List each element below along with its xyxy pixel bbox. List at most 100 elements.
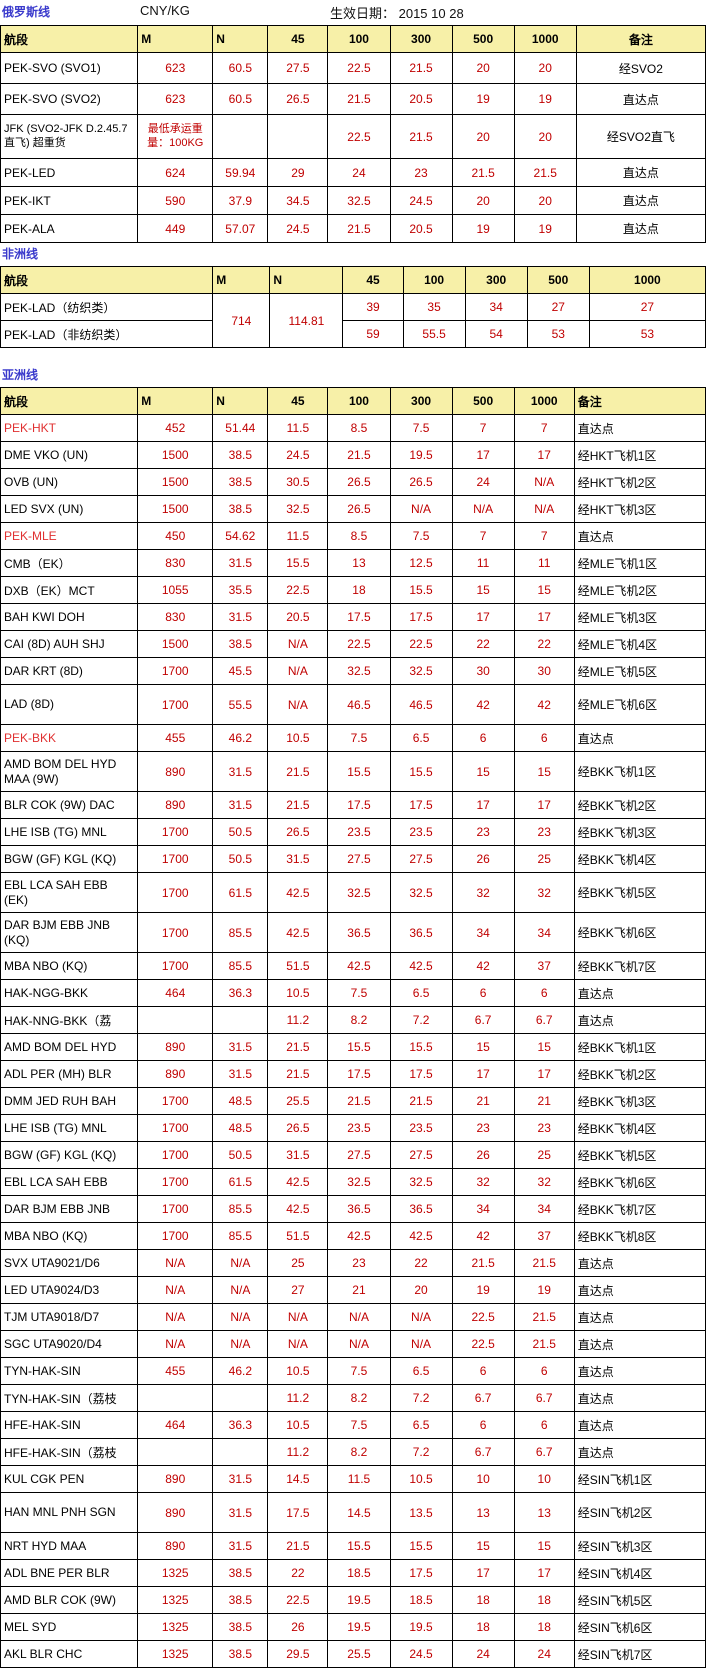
cell-1000: 15 <box>513 1033 575 1061</box>
cell-remark: 经SIN飞机7区 <box>573 1640 706 1668</box>
cell-segment: MBA NBO (KQ) <box>0 952 139 980</box>
cell-500: 34 <box>451 912 515 953</box>
table-row: TJM UTA9018/D7 N/A N/A N/A N/A N/A 22.5 21.5 直达点 <box>0 1303 706 1331</box>
cell-500: 22 <box>451 630 515 658</box>
cell-m: 452 <box>137 414 214 442</box>
cell-300: 19.5 <box>389 1613 453 1641</box>
cell-n: 31.5 <box>212 1060 269 1088</box>
cell-500: 19 <box>451 83 515 115</box>
cell-500: 6 <box>451 1357 515 1385</box>
cell-100: 23 <box>327 1249 391 1277</box>
cell-45: 21.5 <box>267 1033 329 1061</box>
cell-m: 890 <box>137 1532 214 1560</box>
cell-segment: PEK-IKT <box>0 186 139 215</box>
table-row: ADL BNE PER BLR 1325 38.5 22 18.5 17.5 17 17 经SI… <box>0 1559 706 1587</box>
cell-segment: PEK-SVO (SVO2) <box>0 83 139 115</box>
cell-segment: PEK-ALA <box>0 214 139 243</box>
cell-300: 21.5 <box>389 1087 453 1115</box>
cell-m: 830 <box>137 603 214 631</box>
table-row: PEK-SVO (SVO2) 623 60.5 26.5 21.5 20.5 1… <box>0 83 706 115</box>
cell-45: 11.2 <box>267 1006 329 1034</box>
cell-segment: HAN MNL PNH SGN <box>0 1492 139 1533</box>
cell-300: 32.5 <box>389 1168 453 1196</box>
cell-m: 最低承运重量：100KG <box>137 114 214 159</box>
cell-remark: 经HKT飞机1区 <box>573 441 706 469</box>
cell-remark: 经SIN飞机6区 <box>573 1613 706 1641</box>
cell-m: 1700 <box>137 1114 214 1142</box>
cell-100: 55.5 <box>402 320 466 348</box>
cell-100: N/A <box>327 1303 391 1331</box>
cell-300: 20.5 <box>389 214 453 243</box>
cell-segment: DXB（EK）MCT <box>0 576 139 604</box>
cell-300: 7.5 <box>389 414 453 442</box>
cell-1000: 25 <box>513 1141 575 1169</box>
cell-45: 10.5 <box>267 1357 329 1385</box>
cell-segment: BAH KWI DOH <box>0 603 139 631</box>
cell-1000: 32 <box>513 872 575 913</box>
col-header-500: 500 <box>451 25 515 53</box>
cell-500: 6 <box>451 724 515 752</box>
cell-remark: 直达点 <box>573 979 706 1007</box>
cell-n: 85.5 <box>212 1222 269 1250</box>
cell-n: N/A <box>212 1249 269 1277</box>
cell-n: 55.5 <box>212 684 269 725</box>
table-row: PEK-LAD（纺织类） 714 114.81 39 35 34 27 27 <box>0 293 706 348</box>
cell-300: 7.2 <box>389 1384 453 1412</box>
cell-45: 31.5 <box>267 1141 329 1169</box>
cell-300: 26.5 <box>389 468 453 496</box>
table-row: MBA NBO (KQ) 1700 85.5 51.5 42.5 42.5 42 37 经BKK… <box>0 952 706 980</box>
cell-n: 85.5 <box>212 912 269 953</box>
cell-300: 27.5 <box>389 1141 453 1169</box>
cell-1000: 24 <box>513 1640 575 1668</box>
cell-500: 17 <box>451 791 515 819</box>
cell-segment: PEK-LAD（非纺织类） <box>0 320 214 348</box>
currency-unit-label: CNY/KG <box>140 3 190 18</box>
asia-table-body: PEK-HKT 452 51.44 11.5 8.5 7.5 7 7 直达点 DME VKO (U… <box>0 414 706 1668</box>
cell-n: N/A <box>212 1276 269 1304</box>
cell-m: 449 <box>137 214 214 243</box>
cell-45: 10.5 <box>267 724 329 752</box>
cell-300: 20.5 <box>389 83 453 115</box>
col-header-n: N <box>212 25 269 53</box>
cell-1000: 11 <box>513 549 575 577</box>
cell-1000: 21.5 <box>513 158 577 187</box>
cell-1000: 30 <box>513 657 575 685</box>
cell-45: 15.5 <box>267 549 329 577</box>
cell-100: 8.5 <box>327 414 391 442</box>
cell-100: 18.5 <box>327 1559 391 1587</box>
cell-500: 18 <box>451 1586 515 1614</box>
cell-m: 464 <box>137 1411 214 1439</box>
cell-1000: 21.5 <box>513 1330 575 1358</box>
air-freight-rate-sheet: 俄罗斯线 CNY/KG 生效日期： 2015 10 28 航段 M N 45 1… <box>0 0 706 1668</box>
table-row: TYN-HAK-SIN（荔枝 11.2 8.2 7.2 6.7 6.7 直达点 <box>0 1384 706 1412</box>
cell-45: 30.5 <box>267 468 329 496</box>
table-row: LED UTA9024/D3 N/A N/A 27 21 20 19 19 直达点 <box>0 1276 706 1304</box>
table-row: BLR COK (9W) DAC 890 31.5 21.5 17.5 17.5 17 17 经… <box>0 791 706 819</box>
cell-n: 31.5 <box>212 791 269 819</box>
cell-n <box>212 1384 269 1412</box>
cell-500: 26 <box>451 845 515 873</box>
cell-m: 1325 <box>137 1586 214 1614</box>
cell-100: 8.5 <box>327 522 391 550</box>
cell-n: N/A <box>212 1303 269 1331</box>
cell-m: 890 <box>137 791 214 819</box>
cell-300: 34 <box>464 293 528 321</box>
cell-m: 1325 <box>137 1640 214 1668</box>
cell-500: 21.5 <box>451 1249 515 1277</box>
cell-1000: 15 <box>513 1532 575 1560</box>
russia-header-row: 航段 M N 45 100 300 500 1000 备注 <box>0 25 706 53</box>
cell-segment: HAK-NGG-BKK <box>0 979 139 1007</box>
cell-300: 20 <box>389 1276 453 1304</box>
cell-1000: 19 <box>513 83 577 115</box>
cell-1000: N/A <box>513 495 575 523</box>
cell-45: N/A <box>267 1330 329 1358</box>
cell-100: 42.5 <box>327 1222 391 1250</box>
cell-45: 27.5 <box>267 52 329 84</box>
table-row: LHE ISB (TG) MNL 1700 48.5 26.5 23.5 23.5 23 23… <box>0 1114 706 1142</box>
cell-m: 1500 <box>137 630 214 658</box>
cell-100: 25.5 <box>327 1640 391 1668</box>
cell-segment: AMD BOM DEL HYD <box>0 1033 139 1061</box>
table-row: PEK-BKK 455 46.2 10.5 7.5 6.5 6 6 直达点 <box>0 724 706 752</box>
cell-m: N/A <box>137 1330 214 1358</box>
cell-1000: 17 <box>513 1559 575 1587</box>
